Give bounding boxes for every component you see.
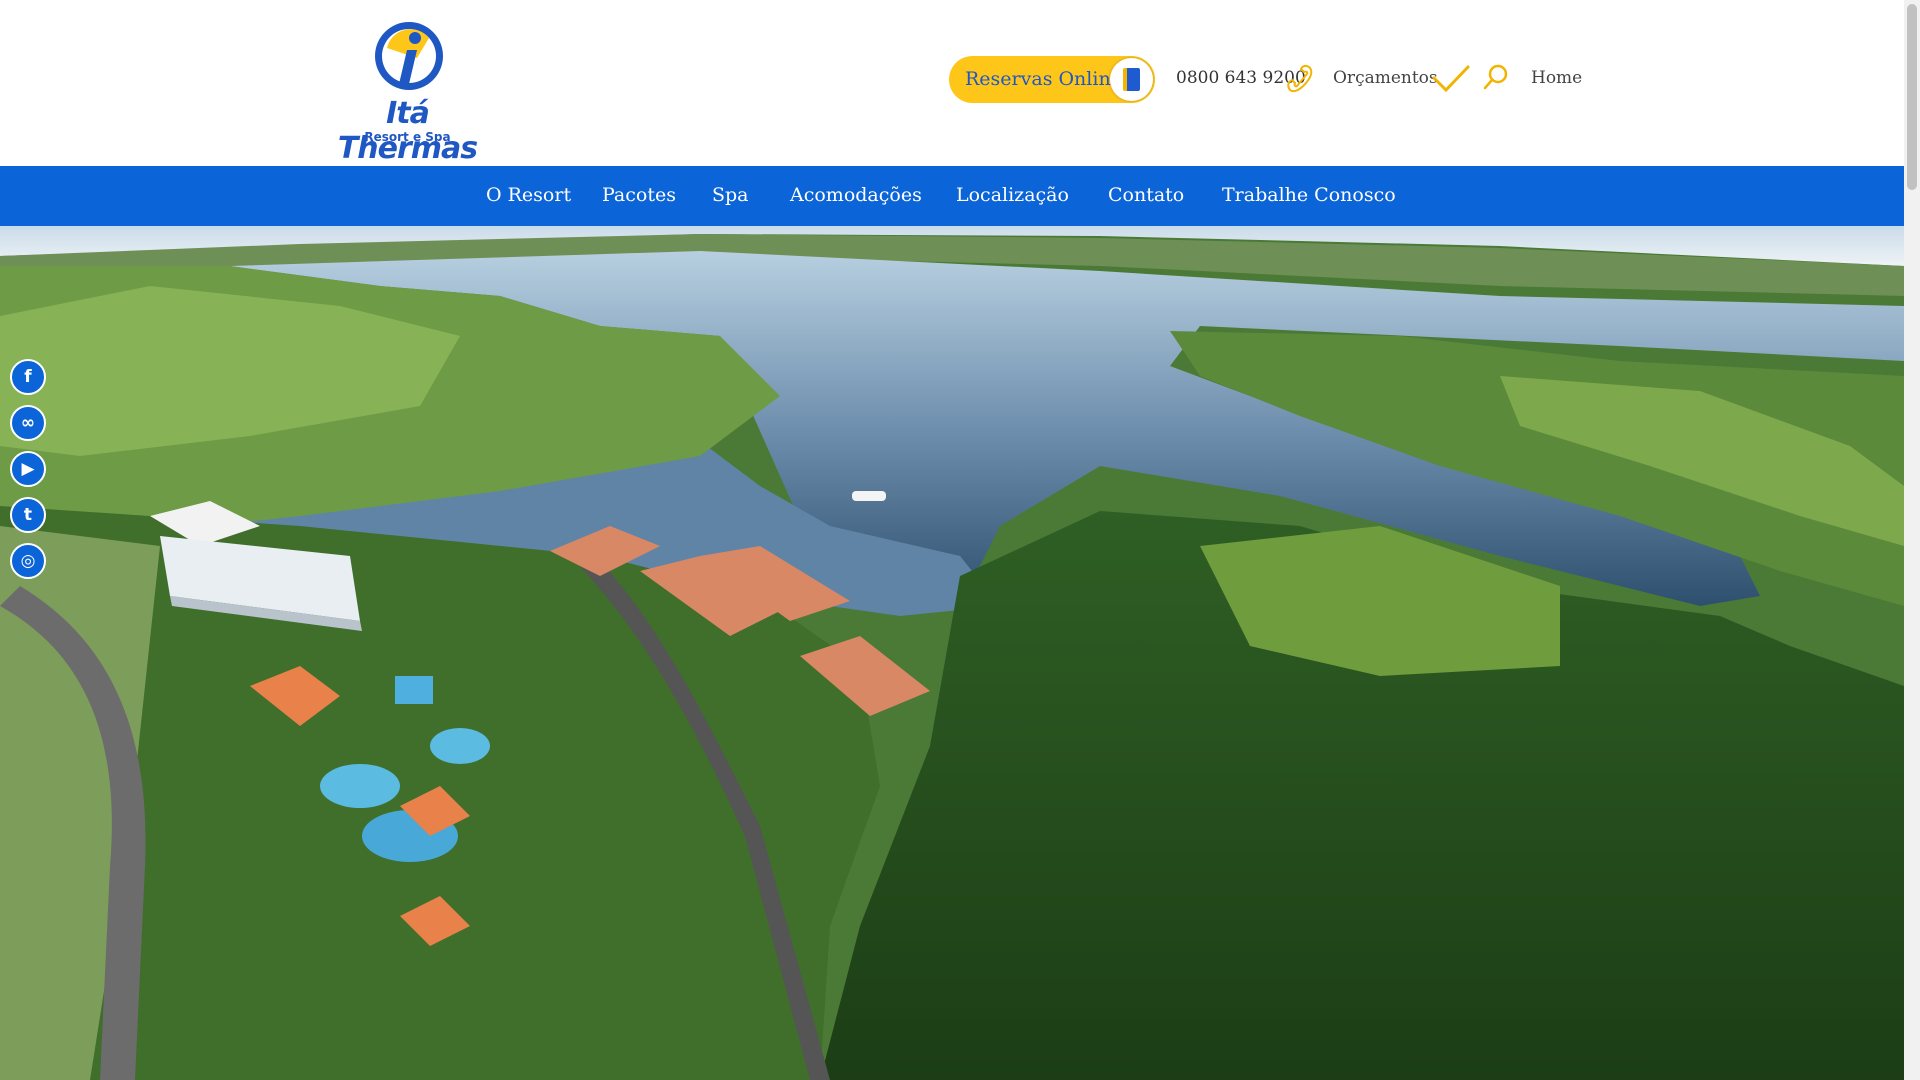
hero-aerial-image (0, 226, 1904, 1080)
search-icon[interactable] (1482, 63, 1510, 91)
facebook-glyph: f (24, 367, 32, 387)
nav-item-pacotes[interactable]: Pacotes (602, 184, 676, 206)
twitter-glyph: t (23, 505, 33, 525)
main-navigation: O Resort Pacotes Spa Acomodações Localiz… (0, 166, 1904, 226)
page-scrollbar[interactable] (1904, 0, 1920, 1080)
nav-item-localizacao[interactable]: Localização (956, 184, 1069, 206)
site-logo[interactable]: Itá Thermas Resort e Spa (325, 18, 490, 166)
youtube-glyph: ▶ (21, 459, 35, 479)
booking-book-icon (1110, 58, 1153, 101)
nav-item-spa[interactable]: Spa (712, 184, 749, 206)
twitter-icon[interactable]: t (10, 497, 46, 533)
instagram-glyph: ◎ (20, 551, 36, 571)
tripadvisor-icon[interactable]: ∞ (10, 405, 46, 441)
facebook-icon[interactable]: f (10, 359, 46, 395)
tripadvisor-glyph: ∞ (20, 413, 36, 433)
nav-item-trabalhe-conosco[interactable]: Trabalhe Conosco (1222, 184, 1396, 206)
nav-item-contato[interactable]: Contato (1108, 184, 1184, 206)
instagram-icon[interactable]: ◎ (10, 543, 46, 579)
nav-item-o-resort[interactable]: O Resort (486, 184, 571, 206)
phone-icon (1287, 64, 1313, 93)
reservas-online-button[interactable]: Reservas Online (949, 56, 1155, 103)
nav-item-acomodacoes[interactable]: Acomodações (790, 184, 922, 206)
scrollbar-thumb[interactable] (1907, 4, 1917, 190)
checkmark-icon (1432, 65, 1470, 93)
site-header: Itá Thermas Resort e Spa Reservas Online… (0, 0, 1904, 166)
reservas-online-label: Reservas Online (965, 68, 1122, 90)
home-link[interactable]: Home (1531, 68, 1582, 88)
logo-subtitle: Resort e Spa (364, 130, 451, 144)
orcamentos-link[interactable]: Orçamentos (1333, 68, 1438, 88)
youtube-icon[interactable]: ▶ (10, 451, 46, 487)
